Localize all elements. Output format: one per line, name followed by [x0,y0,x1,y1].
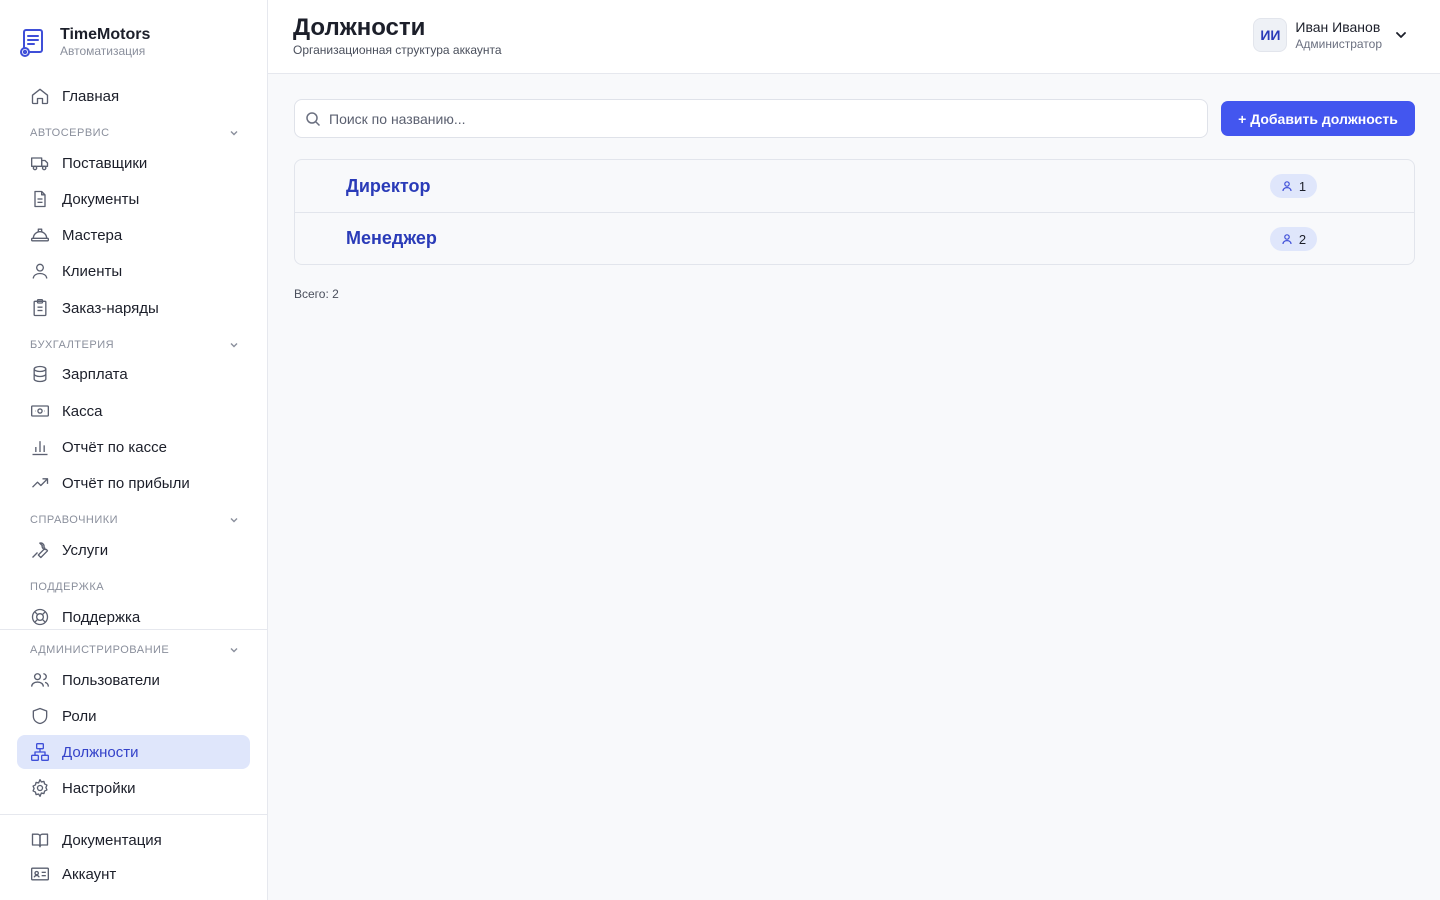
brand-subtitle: Автоматизация [60,44,146,58]
sidebar-item-salary[interactable]: Зарплата [17,357,250,391]
users-icon [30,670,50,690]
section-accounting[interactable]: Бухгалтерия [30,337,240,353]
user-name: Иван Иванов [1295,19,1381,35]
sidebar-item-label: Мастера [62,226,123,244]
clipboard-icon [30,298,50,318]
sidebar-item-label: Пользователи [62,671,160,689]
home-icon [30,86,50,106]
top-bar: Должности Организационная структура акка… [268,0,1440,74]
brand-title: TimeMotors [60,26,151,43]
org-chart-icon [30,742,50,762]
member-count: 1 [1298,178,1307,194]
sidebar-item-settings[interactable]: Настройки [17,771,250,805]
sidebar-item-label: Настройки [62,779,136,797]
sidebar-item-label: Должности [62,743,139,761]
user-role: Администратор [1295,37,1382,51]
section-title: Справочники [30,514,119,526]
document-icon [30,189,50,209]
section-title: Администрирование [30,644,170,656]
section-support: Поддержка [30,579,240,595]
section-title: Автосервис [30,127,110,139]
chevron-down-icon [230,518,238,523]
brand-logo-icon [20,28,43,57]
sidebar-item-label: Документация [62,831,162,849]
user-icon [1282,234,1292,245]
bar-chart-icon [30,437,50,457]
page-title: Должности [293,14,426,41]
sidebar-item-label: Зарплата [62,365,128,383]
page-subtitle: Организационная структура аккаунта [293,43,502,57]
sidebar-item-label: Клиенты [62,262,123,280]
user-icon [30,261,50,281]
book-open-icon [30,830,50,850]
sidebar-item-orders[interactable]: Заказ-наряды [17,291,250,325]
sidebar-item-users[interactable]: Пользователи [17,663,250,697]
chevron-down-icon [230,343,238,348]
sidebar-item-label: Заказ-наряды [62,299,159,317]
sidebar-item-account[interactable]: Аккаунт [17,857,250,891]
chevron-down-icon[interactable] [1394,28,1408,42]
position-name[interactable]: Директор [346,176,430,197]
sidebar-item-roles[interactable]: Роли [17,699,250,733]
position-name[interactable]: Менеджер [346,228,437,249]
section-title: Поддержка [30,581,105,593]
section-autoservice[interactable]: Автосервис [30,125,240,141]
sidebar-divider [0,814,267,815]
sidebar-item-clients[interactable]: Клиенты [17,254,250,288]
trending-up-icon [30,473,50,493]
sidebar-item-label: Касса [62,402,103,420]
sidebar-item-home[interactable]: Главная [17,79,250,113]
search-icon [306,111,321,126]
brand[interactable]: TimeMotors Автоматизация [18,26,150,59]
banknote-icon [30,401,50,421]
sidebar-item-label: Поддержка [62,608,141,626]
sidebar-item-label: Услуги [62,541,109,559]
member-count-badge: 2 [1270,227,1317,251]
sidebar-item-documents[interactable]: Документы [17,182,250,216]
section-references[interactable]: Справочники [30,512,240,528]
user-menu[interactable]: ИИ Иван Иванов Администратор [1253,18,1408,52]
sidebar-divider [0,629,267,630]
truck-icon [30,153,50,173]
sidebar-item-label: Главная [62,87,120,105]
avatar: ИИ [1253,18,1288,52]
lifebuoy-icon [30,607,50,627]
search-input[interactable] [329,110,1189,127]
member-count: 2 [1298,231,1307,247]
sidebar-item-label: Документы [62,190,140,208]
database-icon [30,364,50,384]
hard-hat-icon [30,225,50,245]
sidebar-item-profit-report[interactable]: Отчёт по прибыли [17,466,250,500]
chevron-down-icon [230,131,238,136]
id-card-icon [30,864,50,884]
list-item[interactable]: Директор 1 [295,160,1414,212]
sidebar-item-label: Роли [62,707,97,725]
sidebar-item-cash[interactable]: Касса [17,394,250,428]
wrench-icon [30,540,50,560]
total-count: Всего: 2 [294,287,339,301]
sidebar-item-label: Отчёт по кассе [62,438,167,456]
sidebar-item-label: Поставщики [62,154,148,172]
sidebar: TimeMotors Автоматизация Главная Автосер… [0,0,268,900]
section-title: Бухгалтерия [30,339,115,351]
sidebar-item-services[interactable]: Услуги [17,533,250,567]
search-box[interactable] [294,99,1208,138]
member-count-badge: 1 [1270,174,1317,198]
section-admin[interactable]: Администрирование [30,642,240,658]
positions-list: Директор 1 Менеджер 2 [294,159,1415,265]
sidebar-item-positions[interactable]: Должности [17,735,250,769]
chevron-down-icon [230,648,238,653]
sidebar-item-documentation[interactable]: Документация [17,823,250,857]
sidebar-item-masters[interactable]: Мастера [17,218,250,252]
add-position-button[interactable]: + Добавить должность [1221,101,1415,136]
sidebar-item-cash-report[interactable]: Отчёт по кассе [17,430,250,464]
shield-icon [30,706,50,726]
list-item[interactable]: Менеджер 2 [295,212,1414,264]
gear-icon [30,778,50,798]
sidebar-item-label: Отчёт по прибыли [62,474,190,492]
sidebar-item-suppliers[interactable]: Поставщики [17,146,250,180]
sidebar-item-label: Аккаунт [62,865,117,883]
user-icon [1282,181,1292,192]
